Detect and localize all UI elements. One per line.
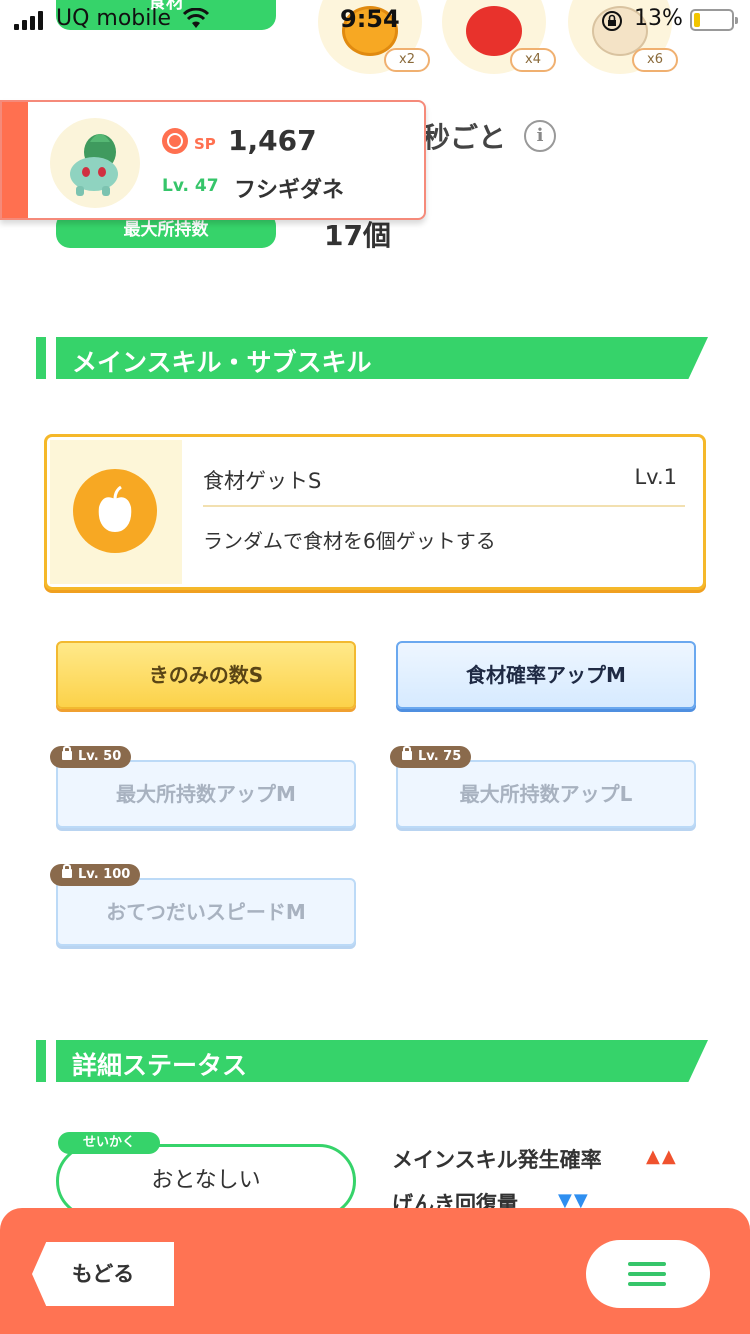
sub-skill-button-locked[interactable]: 最大所持数アップL <box>396 760 696 828</box>
nature-label: せいかく <box>58 1132 160 1154</box>
clock: 9:54 <box>340 5 400 33</box>
main-skill-card[interactable]: 食材ゲットS Lv.1 ランダムで食材を6個ゲットする <box>44 434 706 590</box>
unlock-level: Lv. 50 <box>78 749 122 764</box>
unlock-level: Lv. 100 <box>78 867 131 882</box>
signal-icon <box>14 10 43 30</box>
pokemon-name: フシギダネ <box>234 178 345 203</box>
pokemon-card[interactable]: SP 1,467 Lv. 47 フシギダネ <box>0 100 426 220</box>
battery-percent: 13% <box>634 6 683 31</box>
battery-icon <box>690 9 738 31</box>
section-title: メインスキル・サブスキル <box>72 348 372 377</box>
wifi-icon <box>182 7 210 34</box>
skills-section-header: メインスキル・サブスキル <box>36 337 716 379</box>
menu-button[interactable] <box>586 1240 710 1308</box>
main-skill-level: Lv.1 <box>634 465 677 489</box>
lock-icon <box>62 746 72 760</box>
unlock-level-badge: Lv. 50 <box>50 746 132 768</box>
bulbasaur-icon <box>70 134 118 196</box>
sub-skill-button-locked[interactable]: おてつだいスピードM <box>56 878 356 946</box>
sp-value: 1,467 <box>228 124 317 157</box>
unlock-level: Lv. 75 <box>418 749 462 764</box>
sub-skill-button-locked[interactable]: 最大所持数アップM <box>56 760 356 828</box>
lock-icon <box>62 864 72 878</box>
pokemon-avatar <box>50 118 140 208</box>
carrier-name: UQ mobile <box>56 6 172 31</box>
help-interval-text: 秒ごと <box>422 121 507 154</box>
ingredient-count: x2 <box>384 48 430 72</box>
ingredient-count: x6 <box>632 48 678 72</box>
divider <box>203 505 685 507</box>
unlock-level-badge: Lv. 100 <box>50 864 141 886</box>
effect-label: メインスキル発生確率 <box>392 1148 602 1172</box>
up-arrows-icon: ▲▲ <box>646 1146 678 1167</box>
status-bar: UQ mobile 9:54 13% <box>0 0 750 40</box>
nature-value[interactable]: おとなしい <box>56 1144 356 1218</box>
max-carry-value: 17個 <box>324 219 391 252</box>
main-skill-description: ランダムで食材を6個ゲットする <box>203 529 496 553</box>
ingredient-count: x4 <box>510 48 556 72</box>
main-skill-name: 食材ゲットS <box>203 469 322 493</box>
orientation-lock-icon <box>600 9 624 37</box>
sub-skill-button[interactable]: きのみの数S <box>56 641 356 709</box>
section-title: 詳細ステータス <box>72 1051 248 1080</box>
details-section-header: 詳細ステータス <box>36 1040 716 1082</box>
nature-effect-up: メインスキル発生確率 ▲▲ <box>392 1144 676 1174</box>
sp-icon <box>162 128 188 154</box>
apple-ingredient-icon <box>73 469 157 553</box>
pokemon-level: Lv. 47 <box>162 176 219 196</box>
sub-skill-button[interactable]: 食材確率アップM <box>396 641 696 709</box>
bottom-bar: もどる <box>0 1208 750 1334</box>
unlock-level-badge: Lv. 75 <box>390 746 472 768</box>
sp-label: SP <box>194 135 216 153</box>
back-button[interactable]: もどる <box>32 1242 174 1306</box>
lock-icon <box>402 746 412 760</box>
info-icon[interactable]: i <box>524 120 556 152</box>
card-tab <box>2 102 28 218</box>
